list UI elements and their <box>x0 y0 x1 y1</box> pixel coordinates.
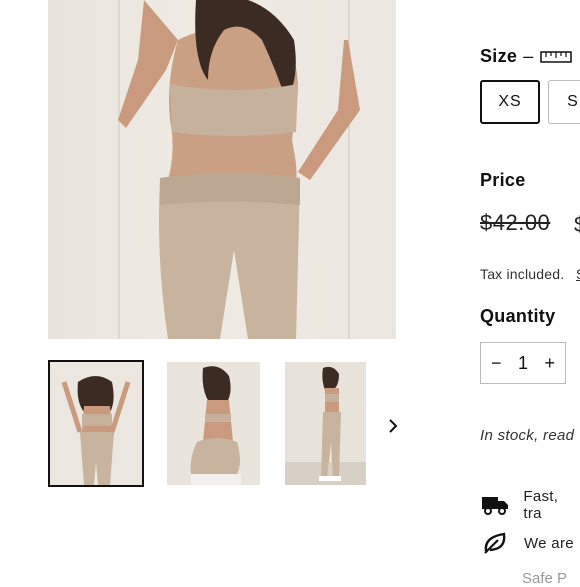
quantity-increase-button[interactable]: + <box>544 353 555 374</box>
sale-price: $ <box>574 212 580 238</box>
tax-note: Tax included. <box>480 266 565 282</box>
thumbnail-figure <box>50 362 142 485</box>
thumbnail-side[interactable] <box>285 362 366 485</box>
main-product-image[interactable] <box>48 0 396 339</box>
feature-secure-text: Safe P <box>522 570 568 587</box>
quantity-stepper: − 1 + <box>480 342 566 384</box>
size-label: Size <box>480 46 518 66</box>
size-dash: – <box>523 46 534 66</box>
price-heading: Price <box>480 170 526 190</box>
feature-eco-text: We are <box>524 534 574 552</box>
thumbnail-figure <box>167 362 260 485</box>
thumbnail-back[interactable] <box>167 362 260 485</box>
size-heading: Size – <box>480 46 572 67</box>
feature-shipping: Fast, tra <box>480 488 580 522</box>
quantity-heading: Quantity <box>480 306 556 326</box>
stock-status: In stock, read <box>480 427 575 444</box>
leaf-icon <box>480 531 510 555</box>
thumbnail-figure <box>285 362 366 485</box>
model-figure <box>118 0 360 339</box>
size-option-s[interactable]: S <box>548 80 580 124</box>
ruler-icon[interactable] <box>539 50 572 63</box>
feature-shipping-text: Fast, tra <box>523 488 559 522</box>
size-option-xs[interactable]: XS <box>480 80 540 124</box>
quantity-input[interactable]: 1 <box>518 353 528 374</box>
feature-eco: We are <box>480 531 574 555</box>
original-price: $42.00 <box>480 210 551 235</box>
thumbnail-front[interactable] <box>48 360 144 487</box>
thumbnail-next-button[interactable] <box>385 416 401 436</box>
truck-icon <box>480 493 509 517</box>
chevron-right-icon <box>389 419 398 433</box>
quantity-decrease-button[interactable]: − <box>491 353 502 374</box>
shipping-link[interactable]: S <box>576 266 580 282</box>
